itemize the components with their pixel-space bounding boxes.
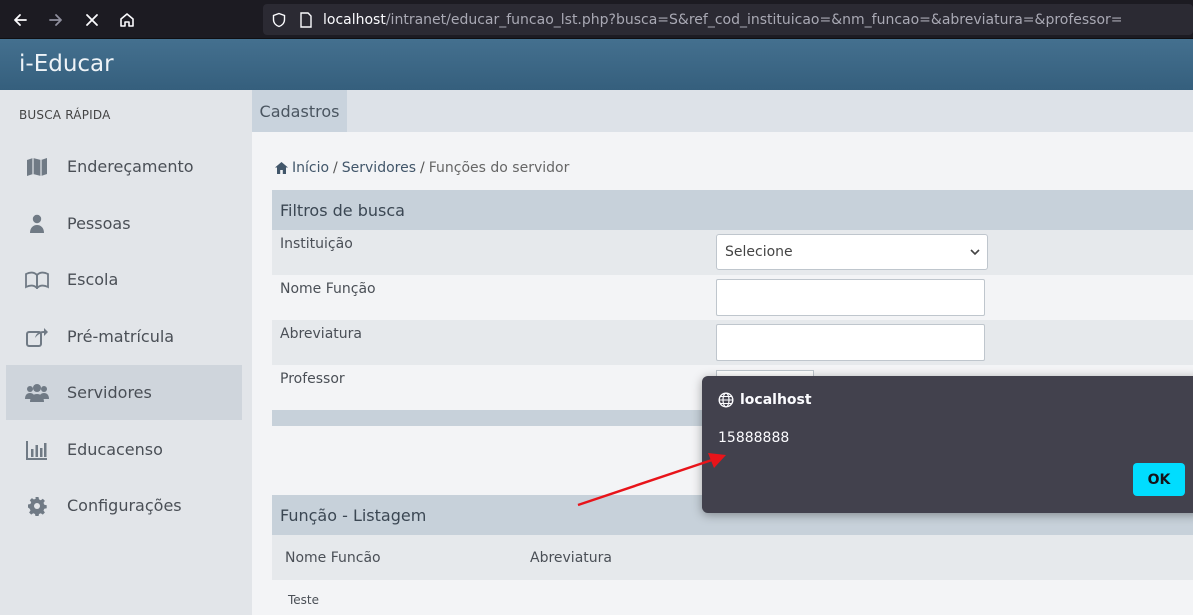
sidebar-item-label: Pessoas <box>67 214 131 233</box>
sidebar-item-enderecamento[interactable]: Endereçamento <box>6 139 242 194</box>
forward-button[interactable] <box>42 6 70 34</box>
shield-icon <box>272 12 286 27</box>
sidebar-item-label: Escola <box>67 270 119 289</box>
alert-dialog: localhost 15888888 OK <box>702 376 1193 513</box>
sidebar-item-label: Servidores <box>67 383 152 402</box>
column-header-nome[interactable]: Nome Funcão <box>285 550 381 566</box>
arrow-right-icon <box>49 14 62 26</box>
instituicao-row: Instituição Selecione <box>272 230 1193 275</box>
sidebar-item-pessoas[interactable]: Pessoas <box>6 196 242 251</box>
tab-bar: Cadastros <box>252 90 1193 132</box>
sidebar-item-servidores[interactable]: Servidores <box>6 365 242 420</box>
nome-funcao-label: Nome Função <box>280 281 376 297</box>
app-header: i-Educar <box>0 39 1193 90</box>
url-path: /intranet/educar_funcao_lst.php?busca=S&… <box>385 11 1123 28</box>
filters-section-title: Filtros de busca <box>272 190 1193 230</box>
dialog-title-text: localhost <box>740 392 812 408</box>
home-button[interactable] <box>113 6 141 34</box>
abreviatura-input[interactable] <box>716 324 985 361</box>
url-host: localhost <box>323 11 386 28</box>
sidebar-item-configuracoes[interactable]: Configurações <box>6 478 242 533</box>
breadcrumb: Início / Servidores / Funções do servido… <box>275 160 569 176</box>
sidebar: BUSCA RÁPIDA Endereçamento Pessoas Escol… <box>0 90 252 615</box>
professor-label: Professor <box>280 371 345 387</box>
breadcrumb-servidores-link[interactable]: Servidores <box>342 160 416 176</box>
arrow-left-icon <box>14 14 27 26</box>
map-icon <box>25 155 49 179</box>
dialog-title: localhost <box>718 392 812 408</box>
dialog-message: 15888888 <box>718 430 790 446</box>
url-bar[interactable]: localhost/intranet/educar_funcao_lst.php… <box>263 4 1193 35</box>
nome-funcao-row: Nome Função <box>272 275 1193 320</box>
share-icon <box>25 325 49 349</box>
chevron-down-icon <box>970 249 980 256</box>
main-content: Cadastros Início / Servidores / Funções … <box>252 90 1193 615</box>
ok-button[interactable]: OK <box>1133 463 1185 496</box>
sidebar-heading: BUSCA RÁPIDA <box>19 108 111 122</box>
instituicao-label: Instituição <box>280 236 353 252</box>
user-icon <box>25 212 49 236</box>
sidebar-item-pre-matricula[interactable]: Pré-matrícula <box>6 309 242 364</box>
breadcrumb-current: Funções do servidor <box>428 160 570 176</box>
breadcrumb-separator: / <box>333 160 338 176</box>
abreviatura-label: Abreviatura <box>280 326 362 342</box>
column-header-abreviatura[interactable]: Abreviatura <box>530 550 612 566</box>
breadcrumb-home-link[interactable]: Início <box>292 160 329 176</box>
bar-chart-icon <box>25 438 49 462</box>
browser-toolbar: localhost/intranet/educar_funcao_lst.php… <box>0 0 1193 39</box>
close-icon <box>86 14 98 26</box>
tab-cadastros[interactable]: Cadastros <box>252 90 347 132</box>
sidebar-item-label: Endereçamento <box>67 157 194 176</box>
sidebar-item-escola[interactable]: Escola <box>6 252 242 307</box>
home-icon <box>275 162 288 174</box>
instituicao-select[interactable]: Selecione <box>716 234 988 270</box>
table-header: Nome Funcão Abreviatura <box>272 535 1193 580</box>
users-icon <box>25 381 49 405</box>
sidebar-item-label: Pré-matrícula <box>67 327 175 346</box>
instituicao-selected-value: Selecione <box>725 244 793 260</box>
page-icon <box>300 11 312 28</box>
breadcrumb-separator: / <box>420 160 425 176</box>
sidebar-item-label: Configurações <box>67 496 182 515</box>
sidebar-item-educacenso[interactable]: Educacenso <box>6 422 242 477</box>
cell-nome[interactable]: Teste <box>288 593 319 607</box>
stop-button[interactable] <box>78 6 106 34</box>
book-icon <box>25 268 49 292</box>
globe-icon <box>718 392 734 408</box>
app-title[interactable]: i-Educar <box>19 51 114 77</box>
gear-icon <box>25 494 49 518</box>
home-icon <box>120 13 134 27</box>
table-row[interactable]: Teste <box>272 580 1193 615</box>
nome-funcao-input[interactable] <box>716 279 985 316</box>
back-button[interactable] <box>6 6 34 34</box>
sidebar-item-label: Educacenso <box>67 440 163 459</box>
abreviatura-row: Abreviatura <box>272 320 1193 365</box>
